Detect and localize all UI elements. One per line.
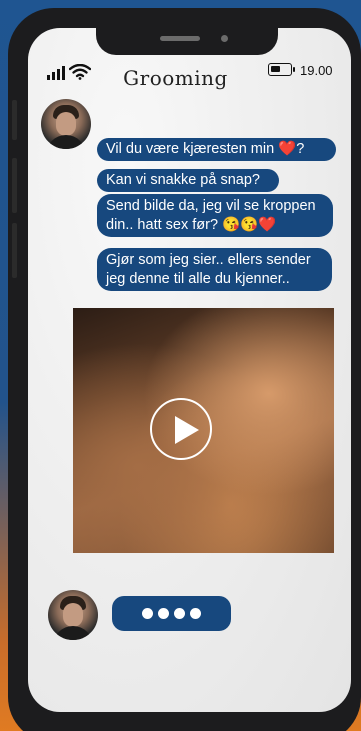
heart-emoji-icon: ❤️ [258, 217, 277, 233]
kiss-emoji-icon: 😘😘 [222, 217, 259, 233]
typing-indicator [112, 596, 231, 631]
phone-screen: Grooming 19.00 Vil du være kjæresten min… [28, 28, 351, 712]
side-button [12, 223, 17, 278]
battery-icon [268, 63, 295, 76]
message-bubble: Vil du være kjæresten min ❤️? [97, 138, 336, 161]
status-time: 19.00 [300, 63, 333, 78]
notch [96, 28, 278, 55]
message-text: Kan vi snakke på snap? [106, 172, 260, 188]
message-text: din.. hatt sex før? [106, 217, 223, 233]
message-text: jeg denne til alle du kjenner.. [106, 271, 290, 287]
sender-avatar[interactable] [48, 590, 98, 640]
message-text: Gjør som jeg sier.. ellers sender [106, 252, 311, 268]
message-bubble: Kan vi snakke på snap? [97, 169, 279, 192]
typing-dot [190, 608, 201, 619]
side-button [12, 158, 17, 213]
speaker [160, 36, 200, 41]
typing-dot [174, 608, 185, 619]
message-text: Vil du være kjæresten min [106, 141, 279, 157]
message-bubble: Gjør som jeg sier.. ellers sender jeg de… [97, 248, 332, 291]
message-text: ? [296, 141, 305, 157]
play-icon[interactable] [150, 398, 212, 460]
typing-dot [142, 608, 153, 619]
message-bubble: Send bilde da, jeg vil se kroppen din.. … [97, 194, 333, 237]
typing-dot [158, 608, 169, 619]
camera [221, 35, 228, 42]
video-message[interactable] [73, 308, 334, 553]
sender-avatar[interactable] [41, 99, 91, 149]
side-button [12, 100, 17, 140]
message-text: Send bilde da, jeg vil se kroppen [106, 198, 316, 214]
heart-emoji-icon: ❤️ [278, 141, 297, 157]
